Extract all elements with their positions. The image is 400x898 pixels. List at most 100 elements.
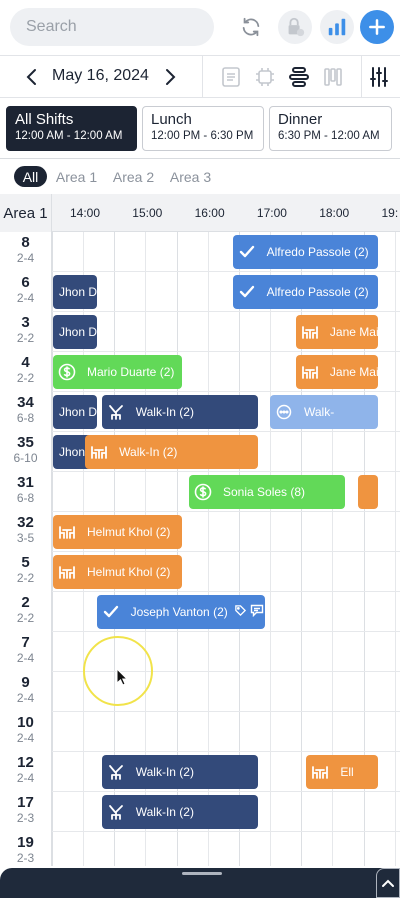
reservation-block[interactable]: Walk-In (2) <box>85 435 258 469</box>
table-number: 12 <box>17 754 34 771</box>
shift-name: Lunch <box>151 111 192 128</box>
reservation-block[interactable]: Sonia Soles (8) <box>188 475 345 509</box>
reservation-label: Alfredo Passole (2) <box>266 285 369 299</box>
reservation-label: Helmut Khol (2) <box>87 565 171 579</box>
reservation-label: Jhon Doe (2) <box>59 285 97 299</box>
table-row[interactable]: 10 2-4 <box>0 712 400 752</box>
chevron-up-icon[interactable] <box>376 868 400 898</box>
timeline-view-icon[interactable] <box>288 66 310 93</box>
chevron-right-icon[interactable] <box>162 68 178 91</box>
drag-handle[interactable] <box>182 872 222 875</box>
reservation-label: Ell <box>340 765 354 779</box>
reservation-block[interactable]: Jhon Doe (2) <box>53 275 97 309</box>
reservation-block[interactable]: Jhon Doe (2) <box>53 315 97 349</box>
search-input[interactable] <box>10 8 214 46</box>
table-number: 19 <box>17 834 34 851</box>
area-filter-all[interactable]: All <box>14 166 47 187</box>
check-icon <box>233 245 261 259</box>
shift-time: 12:00 PM - 6:30 PM <box>151 130 254 142</box>
reservation-block[interactable]: Joseph Vanton (2) <box>96 595 265 629</box>
reservation-label: Walk-In (2) <box>135 805 194 819</box>
reservation-block[interactable] <box>358 475 378 509</box>
reservation-block[interactable]: Helmut Khol (2) <box>53 515 182 549</box>
table-capacity: 2-3 <box>16 811 35 825</box>
table-capacity: 2-2 <box>16 611 35 625</box>
divider <box>361 56 362 97</box>
reservation-block[interactable]: Ell <box>306 755 378 789</box>
reservation-block[interactable]: Alfredo Passole (2) <box>232 275 378 309</box>
dollar-icon <box>53 363 81 381</box>
table-label: 2 2-2 <box>0 592 52 632</box>
table-label: 35 6-10 <box>0 432 52 472</box>
divider <box>0 158 400 159</box>
lock-icon[interactable] <box>278 10 312 44</box>
reservation-label: Sonia Soles (8) <box>222 485 306 499</box>
walk-in-icon <box>102 804 130 820</box>
check-icon <box>233 285 261 299</box>
shift-tab-lunch[interactable]: Lunch 12:00 PM - 6:30 PM <box>142 106 264 151</box>
table-row[interactable]: 9 2-4 <box>0 672 400 712</box>
table-row[interactable]: 19 2-3 <box>0 832 400 866</box>
list-view-icon[interactable] <box>220 66 242 93</box>
reservation-block[interactable]: Helmut Khol (2) <box>53 555 182 589</box>
reservation-block[interactable]: Walk-In (2) <box>101 755 258 789</box>
bar-chart-icon[interactable] <box>320 10 354 44</box>
area-filter-area-1[interactable]: Area 1 <box>54 166 99 187</box>
area-filter-area-2[interactable]: Area 2 <box>111 166 156 187</box>
reservation-label: Helmut Khol (2) <box>87 525 171 539</box>
shift-tab-all-shifts[interactable]: All Shifts 12:00 AM - 12:00 AM <box>6 106 137 151</box>
table-label: 7 2-4 <box>0 632 52 672</box>
sliders-icon[interactable] <box>368 66 390 93</box>
columns-view-icon[interactable] <box>322 66 344 93</box>
reservation-block[interactable]: Jane Mai <box>295 355 378 389</box>
divider <box>202 56 203 97</box>
walk-in-icon <box>102 404 130 420</box>
reservation-block[interactable]: Walk- <box>269 395 378 429</box>
current-date[interactable]: May 16, 2024 <box>52 67 149 85</box>
table-label: 8 2-4 <box>0 232 52 272</box>
table-row[interactable]: 7 2-4 <box>0 632 400 672</box>
reservation-label: Walk-In (2) <box>135 405 194 419</box>
reservation-block[interactable]: Walk-In (2) <box>101 395 258 429</box>
shift-name: Dinner <box>278 111 323 128</box>
table-number: 34 <box>17 394 34 411</box>
table-label: 4 2-2 <box>0 352 52 392</box>
reservation-block[interactable]: Alfredo Passole (2) <box>232 235 378 269</box>
refresh-icon[interactable] <box>234 10 268 44</box>
table-capacity: 2-2 <box>16 371 35 385</box>
table-capacity: 2-4 <box>16 651 35 665</box>
reservation-label: Jane Mai <box>329 325 378 339</box>
table-capacity: 6-8 <box>16 411 35 425</box>
table-capacity: 2-4 <box>16 291 35 305</box>
table-view-icon[interactable] <box>254 66 276 93</box>
bottom-sheet[interactable] <box>0 868 400 898</box>
date-navigation-bar: May 16, 2024 <box>0 56 400 98</box>
area-filter-area-3[interactable]: Area 3 <box>168 166 213 187</box>
reservation-block[interactable]: Jane Mai <box>295 315 378 349</box>
time-header-row: 14:00 15:00 16:00 17:00 18:00 19: Area 1 <box>0 194 400 232</box>
timeline-grid[interactable]: 8 2-4 6 2-4 3 2-2 4 2-2 34 6-8 35 6-10 31 6-8 32 3-5 5 2-… <box>0 194 400 866</box>
note-icon <box>250 604 264 620</box>
time-label: 15:00 <box>132 206 163 220</box>
reservation-block[interactable]: Jhon Doe (2) <box>53 395 97 429</box>
table-label: 17 2-3 <box>0 792 52 832</box>
table-number: 10 <box>17 714 34 731</box>
more-icon <box>270 404 298 420</box>
chevron-left-icon[interactable] <box>24 68 40 91</box>
table-label: 34 6-8 <box>0 392 52 432</box>
reservation-label: Jane Mai <box>329 365 378 379</box>
reservation-block[interactable]: Walk-In (2) <box>101 795 258 829</box>
shift-name: All Shifts <box>15 111 74 128</box>
time-label: 19: <box>381 206 399 220</box>
shift-tab-dinner[interactable]: Dinner 6:30 PM - 12:00 AM <box>269 106 392 151</box>
table-icon <box>53 565 81 579</box>
table-label: 9 2-4 <box>0 672 52 712</box>
plus-icon[interactable] <box>360 10 394 44</box>
reservation-label: Walk- <box>303 405 335 419</box>
area-header: Area 1 <box>0 194 52 232</box>
reservation-label: Mario Duarte (2) <box>87 365 175 379</box>
table-label: 3 2-2 <box>0 312 52 352</box>
shift-time: 12:00 AM - 12:00 AM <box>15 130 123 142</box>
table-capacity: 2-2 <box>16 331 35 345</box>
reservation-block[interactable]: Mario Duarte (2) <box>53 355 182 389</box>
